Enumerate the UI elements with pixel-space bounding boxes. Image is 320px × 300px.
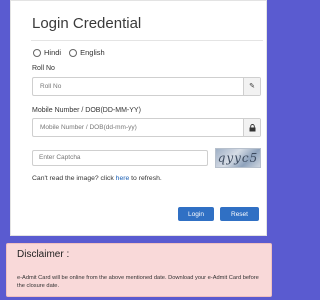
reset-button[interactable]: Reset	[220, 207, 259, 221]
dob-placeholder: Mobile Number / DOB(dd-mm-yy)	[40, 124, 137, 131]
language-label-english: English	[80, 48, 105, 57]
radio-hindi[interactable]	[33, 48, 41, 57]
refresh-link[interactable]: here	[116, 175, 130, 182]
radio-english[interactable]	[69, 48, 78, 57]
title-divider	[31, 40, 263, 41]
login-button[interactable]: Login	[178, 207, 214, 221]
pencil-icon: ✎	[243, 78, 260, 95]
lock-icon	[243, 119, 260, 136]
language-selector: Hindi English	[33, 48, 113, 57]
captcha-input[interactable]: Enter Captcha	[32, 150, 208, 166]
captcha-image: qyyc5	[215, 148, 261, 168]
captcha-placeholder: Enter Captcha	[39, 154, 81, 161]
roll-no-input[interactable]: Roll No ✎	[32, 77, 261, 96]
page-title: Login Credential	[32, 15, 142, 32]
refresh-suffix: to refresh.	[129, 175, 162, 182]
disclaimer-title: Disclaimer :	[17, 249, 70, 260]
dob-label: Mobile Number / DOB(DD-MM-YY)	[32, 107, 141, 114]
dob-input[interactable]: Mobile Number / DOB(dd-mm-yy)	[32, 118, 261, 137]
disclaimer-box: Disclaimer : e-Admit Card will be online…	[6, 243, 272, 297]
captcha-refresh-text: Can't read the image? click here to refr…	[32, 175, 162, 182]
language-label-hindi: Hindi	[44, 48, 62, 57]
disclaimer-text: e-Admit Card will be online from the abo…	[17, 275, 259, 289]
language-option-english[interactable]: English	[69, 48, 105, 57]
roll-no-label: Roll No	[32, 65, 55, 72]
language-option-hindi[interactable]: Hindi	[33, 48, 61, 57]
refresh-prefix: Can't read the image? click	[32, 175, 116, 182]
roll-no-placeholder: Roll No	[40, 83, 62, 90]
login-card: Login Credential Hindi English Roll No R…	[10, 0, 267, 236]
